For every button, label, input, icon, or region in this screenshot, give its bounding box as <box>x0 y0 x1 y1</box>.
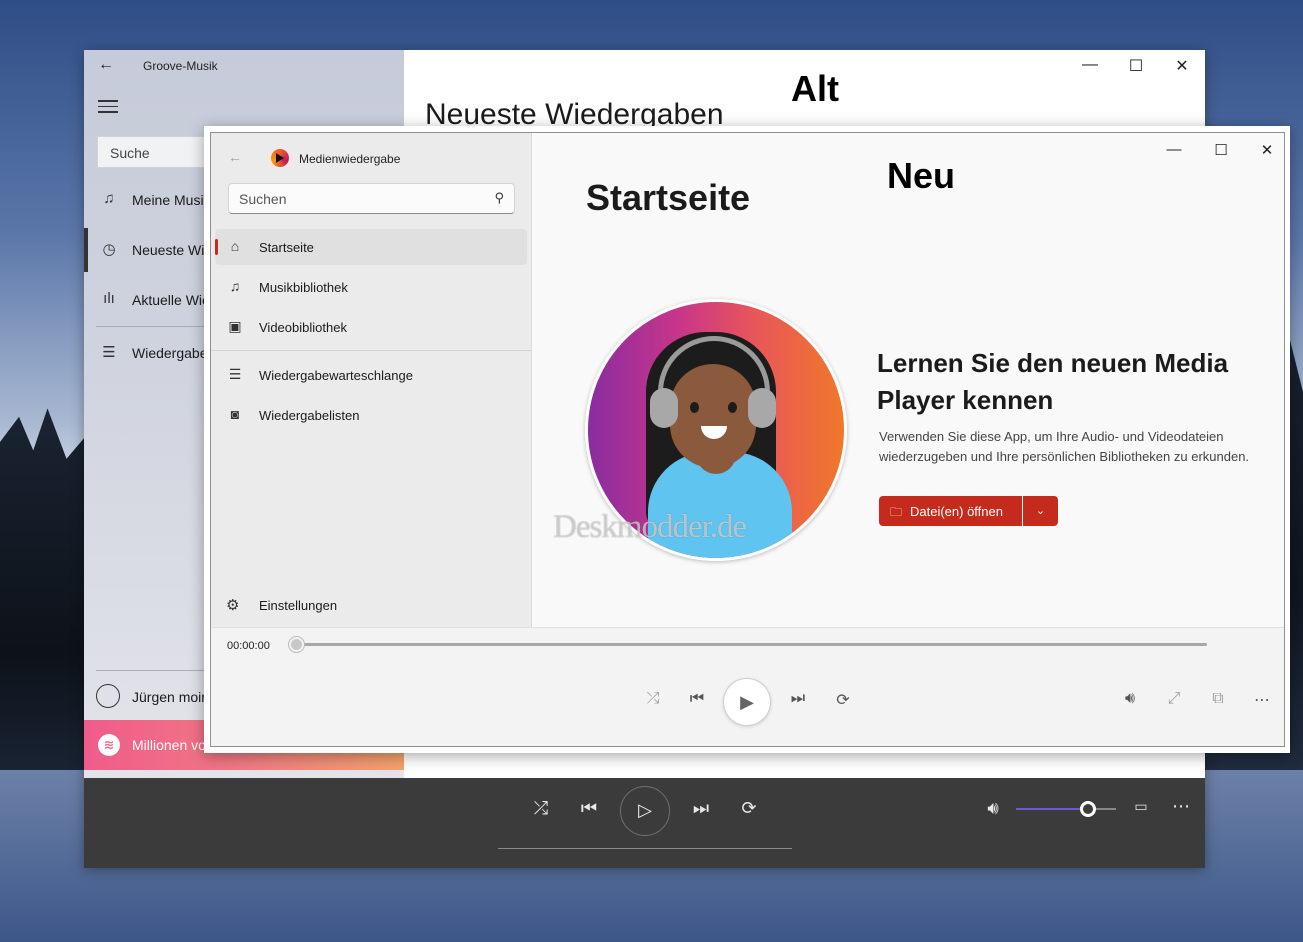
home-icon: ⌂ <box>230 238 240 254</box>
fullscreen-icon[interactable]: ⤢ <box>1159 690 1189 708</box>
music-note-icon: ♫ <box>103 190 115 207</box>
groove-user-name: Jürgen moin <box>132 689 210 705</box>
previous-icon[interactable]: ⏮ <box>682 690 712 708</box>
equalizer-icon: ılı <box>103 290 115 307</box>
more-options-icon[interactable]: ⋯ <box>1166 796 1196 817</box>
sidebar-item-label: Musikbibliothek <box>259 280 348 295</box>
minimize-icon[interactable]: — <box>1075 56 1105 74</box>
close-icon[interactable]: ✕ <box>1252 141 1282 159</box>
media-player-frame: ← Medienwiedergabe Suchen ⚲ ⌂ Startseite… <box>210 132 1285 747</box>
media-player-app-title: Medienwiedergabe <box>299 152 401 166</box>
media-player-app-icon <box>271 149 289 167</box>
playlist-icon: ☰ <box>102 344 116 361</box>
spotify-icon: ≋ <box>98 734 120 756</box>
sidebar-item-video-library[interactable]: ▣ Videobibliothek <box>215 309 527 345</box>
promo-description: Verwenden Sie diese App, um Ihre Audio- … <box>879 429 1250 464</box>
volume-slider-thumb[interactable] <box>1080 801 1096 817</box>
volume-slider[interactable] <box>1016 801 1116 817</box>
groove-nav-label: Meine Musik <box>132 192 211 208</box>
seek-bar-thumb[interactable] <box>289 637 304 652</box>
comparison-label-old: Alt <box>791 68 839 109</box>
playlist-icon: ◙ <box>230 406 240 422</box>
tree-silhouette-left <box>0 408 95 820</box>
media-player-window: ← Medienwiedergabe Suchen ⚲ ⌂ Startseite… <box>204 126 1290 753</box>
comparison-label-new: Neu <box>887 155 956 196</box>
playback-time: 00:00:00 <box>227 640 270 652</box>
volume-icon[interactable]: 🔊︎ <box>978 798 1008 819</box>
sidebar-item-music-library[interactable]: ♫ Musikbibliothek <box>215 269 527 305</box>
open-files-button[interactable]: 🗀 Datei(en) öffnen <box>879 496 1022 526</box>
shuffle-icon[interactable]: ⤮ <box>526 798 556 819</box>
volume-icon[interactable]: 🔊︎ <box>1115 690 1145 708</box>
sidebar-item-playlists[interactable]: ◙ Wiedergabelisten <box>215 397 527 433</box>
play-button[interactable]: ▶ <box>723 678 771 726</box>
back-arrow-icon[interactable]: ← <box>98 56 114 74</box>
folder-icon: 🗀 <box>890 505 903 519</box>
groove-player-bar: ⤮ ⏮ ▷ ⏭ ⟳ 🔊︎ ▭ ⋯ <box>84 778 1205 868</box>
groove-progress-bar[interactable] <box>498 848 792 849</box>
volume-slider-fill <box>1016 808 1088 810</box>
maximize-icon[interactable]: ☐ <box>1206 141 1236 159</box>
queue-icon: ☰ <box>228 366 242 382</box>
hamburger-menu-icon[interactable] <box>98 100 118 114</box>
media-player-sidebar: ← Medienwiedergabe Suchen ⚲ ⌂ Startseite… <box>211 133 532 627</box>
watermark: Deskmodder.de <box>553 509 747 545</box>
groove-titlebar: ← Groove-Musik <box>84 50 404 82</box>
back-arrow-icon[interactable]: ← <box>228 149 242 165</box>
next-icon[interactable]: ⏭ <box>783 690 813 708</box>
sidebar-item-label: Videobibliothek <box>259 320 347 335</box>
media-player-search-input[interactable]: Suchen ⚲ <box>228 183 515 214</box>
sidebar-item-home[interactable]: ⌂ Startseite <box>215 229 527 265</box>
promo-title: Lernen Sie den neuen Media Player kennen <box>877 348 1229 415</box>
mini-player-icon[interactable]: ⧉ <box>1203 690 1233 708</box>
shuffle-icon[interactable]: ⤮ <box>638 690 668 708</box>
sidebar-item-label: Einstellungen <box>259 598 338 613</box>
chevron-down-icon: ⌄ <box>1035 505 1046 517</box>
media-player-search-placeholder: Suchen <box>239 191 287 207</box>
seek-bar[interactable] <box>297 643 1207 646</box>
user-avatar-icon <box>96 684 120 708</box>
close-icon[interactable]: ✕ <box>1167 56 1197 76</box>
open-files-dropdown[interactable]: ⌄ <box>1023 496 1058 526</box>
groove-app-title: Groove-Musik <box>143 59 218 73</box>
previous-icon[interactable]: ⏮ <box>574 798 604 819</box>
more-options-icon[interactable]: ⋯ <box>1247 690 1277 710</box>
sidebar-item-label: Wiedergabewarteschlange <box>259 368 413 383</box>
divider <box>211 350 531 351</box>
sidebar-item-settings[interactable]: ⚙ Einstellungen <box>215 587 527 623</box>
maximize-icon[interactable]: ☐ <box>1121 56 1151 76</box>
mini-player-icon[interactable]: ▭ <box>1126 798 1156 815</box>
sidebar-item-label: Startseite <box>259 240 314 255</box>
media-player-transport-bar: 00:00:00 ⤮ ⏮ ▶ ⏭ ⟳ 🔊︎ ⤢ ⧉ ⋯ <box>211 627 1284 746</box>
clock-icon: ◷ <box>102 241 116 258</box>
search-icon[interactable]: ⚲ <box>494 190 504 206</box>
sidebar-item-play-queue[interactable]: ☰ Wiedergabewarteschlange <box>215 357 527 393</box>
sidebar-item-label: Wiedergabelisten <box>259 408 360 423</box>
film-icon: ▣ <box>228 318 242 334</box>
repeat-off-icon[interactable]: ⟳ <box>828 690 858 710</box>
groove-search-placeholder: Suche <box>110 145 150 161</box>
next-icon[interactable]: ⏭ <box>686 798 716 819</box>
minimize-icon[interactable]: — <box>1159 141 1189 158</box>
media-player-main: Startseite Neu — ☐ ✕ Lernen Sie den neue… <box>532 133 1284 627</box>
music-note-icon: ♫ <box>229 278 241 294</box>
page-title: Startseite <box>586 177 751 218</box>
gear-icon: ⚙ <box>226 597 240 614</box>
repeat-icon[interactable]: ⟳ <box>734 798 764 819</box>
open-files-label: Datei(en) öffnen <box>910 504 1003 519</box>
play-button[interactable]: ▷ <box>620 786 670 836</box>
